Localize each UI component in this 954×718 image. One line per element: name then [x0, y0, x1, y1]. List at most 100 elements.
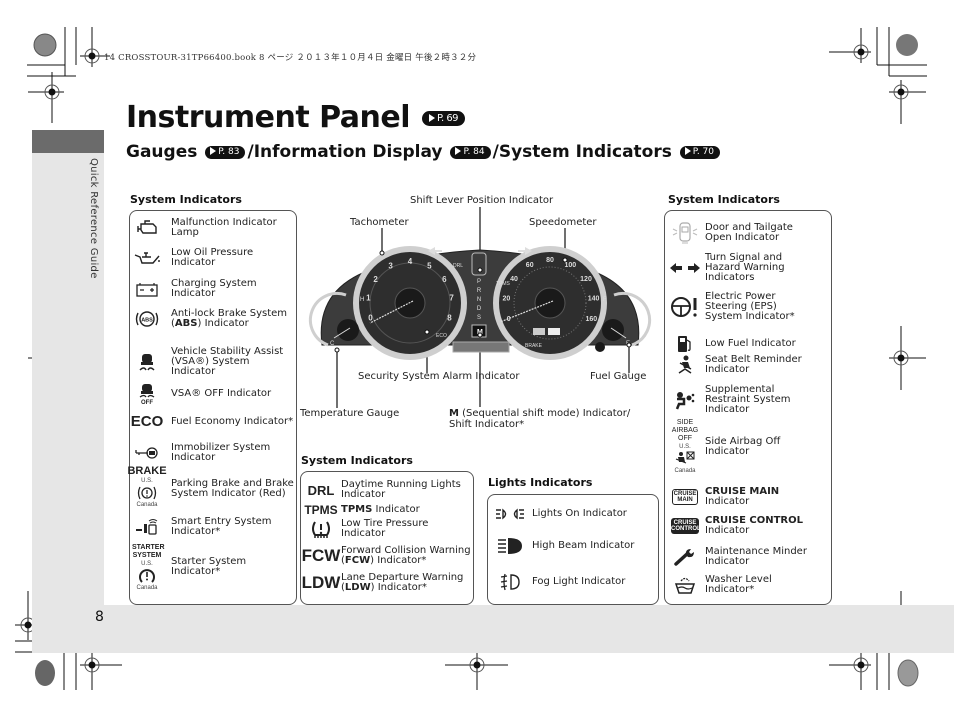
ldw-icon: LDW	[301, 573, 341, 592]
gauge-tick-label: 1	[366, 294, 371, 303]
vsa-off-icon: OFF	[130, 383, 164, 405]
left-panel-title: System Indicators	[130, 193, 242, 206]
eco-icon: ECO	[130, 413, 164, 430]
list-item: CRUISE CONTROL CRUISE CONTROL Indicator	[665, 516, 817, 536]
gauge-tick-label: 5	[427, 262, 432, 271]
list-item: DRL Daytime Running Lights Indicator	[301, 480, 466, 500]
svg-text:C: C	[330, 341, 335, 347]
list-item: ECO Fuel Economy Indicator*	[130, 413, 294, 430]
list-item: ABS Anti-lock Brake System (ABS) Indicat…	[130, 308, 296, 330]
arrow-right-icon	[428, 114, 435, 122]
list-item: Smart Entry System Indicator*	[130, 517, 296, 537]
list-item: Charging System Indicator	[130, 279, 296, 299]
abs-icon: ABS	[130, 308, 164, 330]
gauge-tick-label: 60	[526, 262, 534, 269]
smart-entry-icon	[130, 518, 164, 536]
list-item: Low Fuel Indicator	[665, 335, 796, 353]
list-item: Immobilizer System Indicator	[130, 443, 296, 463]
lights-on-icon	[488, 507, 532, 521]
battery-icon	[130, 281, 164, 297]
oil-can-icon	[130, 251, 164, 265]
gauge-tick-label: 3	[388, 262, 393, 271]
seat-belt-icon	[665, 355, 705, 375]
list-item: Maintenance Minder Indicator	[665, 547, 817, 567]
left-system-indicators-panel: Malfunction Indicator Lamp Low Oil Press…	[127, 210, 297, 605]
page-ref-link[interactable]: P. 69	[421, 111, 466, 126]
list-item: Door and Tailgate Open Indicator	[665, 221, 815, 245]
bottom-system-indicators-panel: DRL Daytime Running Lights Indicator TPM…	[300, 471, 474, 605]
immobilizer-key-icon	[130, 446, 164, 460]
subtitle-info-display: /Information Display	[247, 142, 443, 162]
gauge-tick-label: 80	[546, 257, 554, 264]
speedometer-gauge: 0 20 40 60 80 100 120 140 160	[493, 246, 607, 360]
security-alarm-callout: Security System Alarm Indicator	[358, 371, 520, 382]
srs-airbag-icon	[665, 390, 705, 410]
gauges-ref-link[interactable]: P. 83	[205, 145, 246, 159]
cruise-control-icon: CRUISE CONTROL	[671, 518, 701, 534]
page-subtitle: Gauges P. 83/Information Display P. 84/S…	[126, 142, 722, 162]
gear-position-label: R	[477, 288, 482, 294]
gauge-tick-label: 0	[368, 313, 373, 322]
list-item: OFF VSA® OFF Indicator	[130, 383, 271, 405]
gauge-tick-label: 120	[580, 276, 592, 283]
system-indicators-ref-link[interactable]: P. 70	[679, 145, 720, 159]
gauge-tick-label: 0	[507, 316, 511, 323]
turn-signal-icon	[665, 262, 705, 274]
gauge-tick-label: 20	[503, 295, 511, 302]
gauge-tick-label: 8	[447, 313, 452, 322]
page-number: 8	[95, 609, 104, 625]
arrow-right-icon	[684, 147, 691, 155]
washer-level-icon	[665, 575, 705, 595]
svg-text:TPMS: TPMS	[496, 281, 511, 287]
list-item: High Beam Indicator	[488, 537, 634, 555]
list-item: LDW Lane Departure Warning (LDW) Indicat…	[301, 572, 464, 593]
list-item: TPMS TPMS Indicator	[301, 503, 419, 517]
gauge-tick-label: 2	[373, 275, 378, 284]
low-tire-pressure-icon	[301, 519, 341, 539]
gauge-tick-label: 40	[510, 276, 518, 283]
vsa-icon	[130, 352, 164, 372]
list-item: Low Tire Pressure Indicator	[301, 519, 441, 539]
svg-text:OFF: OFF	[141, 400, 153, 405]
gear-position-label: N	[477, 297, 481, 303]
section-side-label: Quick Reference Guide	[88, 158, 99, 279]
cruise-main-icon: CRUISE MAIN	[672, 489, 698, 505]
gauge-tick-label: 140	[588, 295, 600, 302]
list-item: BRAKE U.S. Canada Parking Brake and Brak…	[127, 465, 294, 508]
lights-indicators-panel: Lights On Indicator High Beam Indicator …	[487, 494, 659, 605]
arrow-right-icon	[455, 147, 462, 155]
tpms-icon: TPMS	[304, 503, 338, 517]
tachometer-gauge: 0 1 2 3 4 5 6 7 8	[353, 246, 467, 360]
list-item: Low Oil Pressure Indicator	[130, 248, 296, 268]
drl-icon: DRL	[307, 482, 335, 498]
check-engine-icon	[130, 220, 164, 236]
gauge-tick-label: 160	[585, 316, 597, 323]
info-display-ref-link[interactable]: P. 84	[450, 145, 491, 159]
svg-text:BRAKE: BRAKE	[525, 343, 543, 349]
list-item: Supplemental Restraint System Indicator	[665, 385, 817, 415]
list-item: SIDE AIRBAG OFF U.S. Canada Side Airbag …	[665, 419, 817, 475]
list-item: Lights On Indicator	[488, 507, 627, 521]
side-airbag-off-icon: SIDE AIRBAG OFF U.S. Canada	[671, 419, 699, 474]
list-item: CRUISE MAIN CRUISE MAIN Indicator	[665, 487, 817, 507]
instrument-cluster-diagram: 012345678 020406080100120140160 H C F E …	[308, 207, 652, 408]
right-system-indicators-panel: Door and Tailgate Open Indicator Turn Si…	[664, 210, 832, 605]
high-beam-icon	[488, 537, 532, 555]
list-item: Malfunction Indicator Lamp	[130, 218, 296, 238]
fuel-gauge-callout: Fuel Gauge	[590, 371, 647, 382]
print-header-meta: 14 CROSSTOUR-31TP66400.book 8 ページ ２０１３年１…	[104, 53, 477, 63]
list-item: Turn Signal and Hazard Warning Indicator…	[665, 253, 815, 283]
gauge-tick-label: 6	[442, 275, 447, 284]
fog-light-icon	[488, 573, 532, 591]
page-title-text: Instrument Panel	[126, 100, 411, 135]
gauge-tick-label: 100	[564, 262, 576, 269]
temperature-gauge-callout: Temperature Gauge	[300, 408, 400, 419]
svg-text:ECO: ECO	[436, 333, 447, 339]
svg-text:H: H	[360, 297, 364, 303]
subtitle-system-indicators: /System Indicators	[492, 142, 672, 162]
list-item: Washer Level Indicator*	[665, 575, 817, 595]
low-fuel-icon	[665, 335, 705, 353]
gauge-tick-label: 4	[408, 257, 413, 266]
door-open-icon	[665, 221, 705, 245]
gauge-tick-label: 7	[449, 294, 454, 303]
